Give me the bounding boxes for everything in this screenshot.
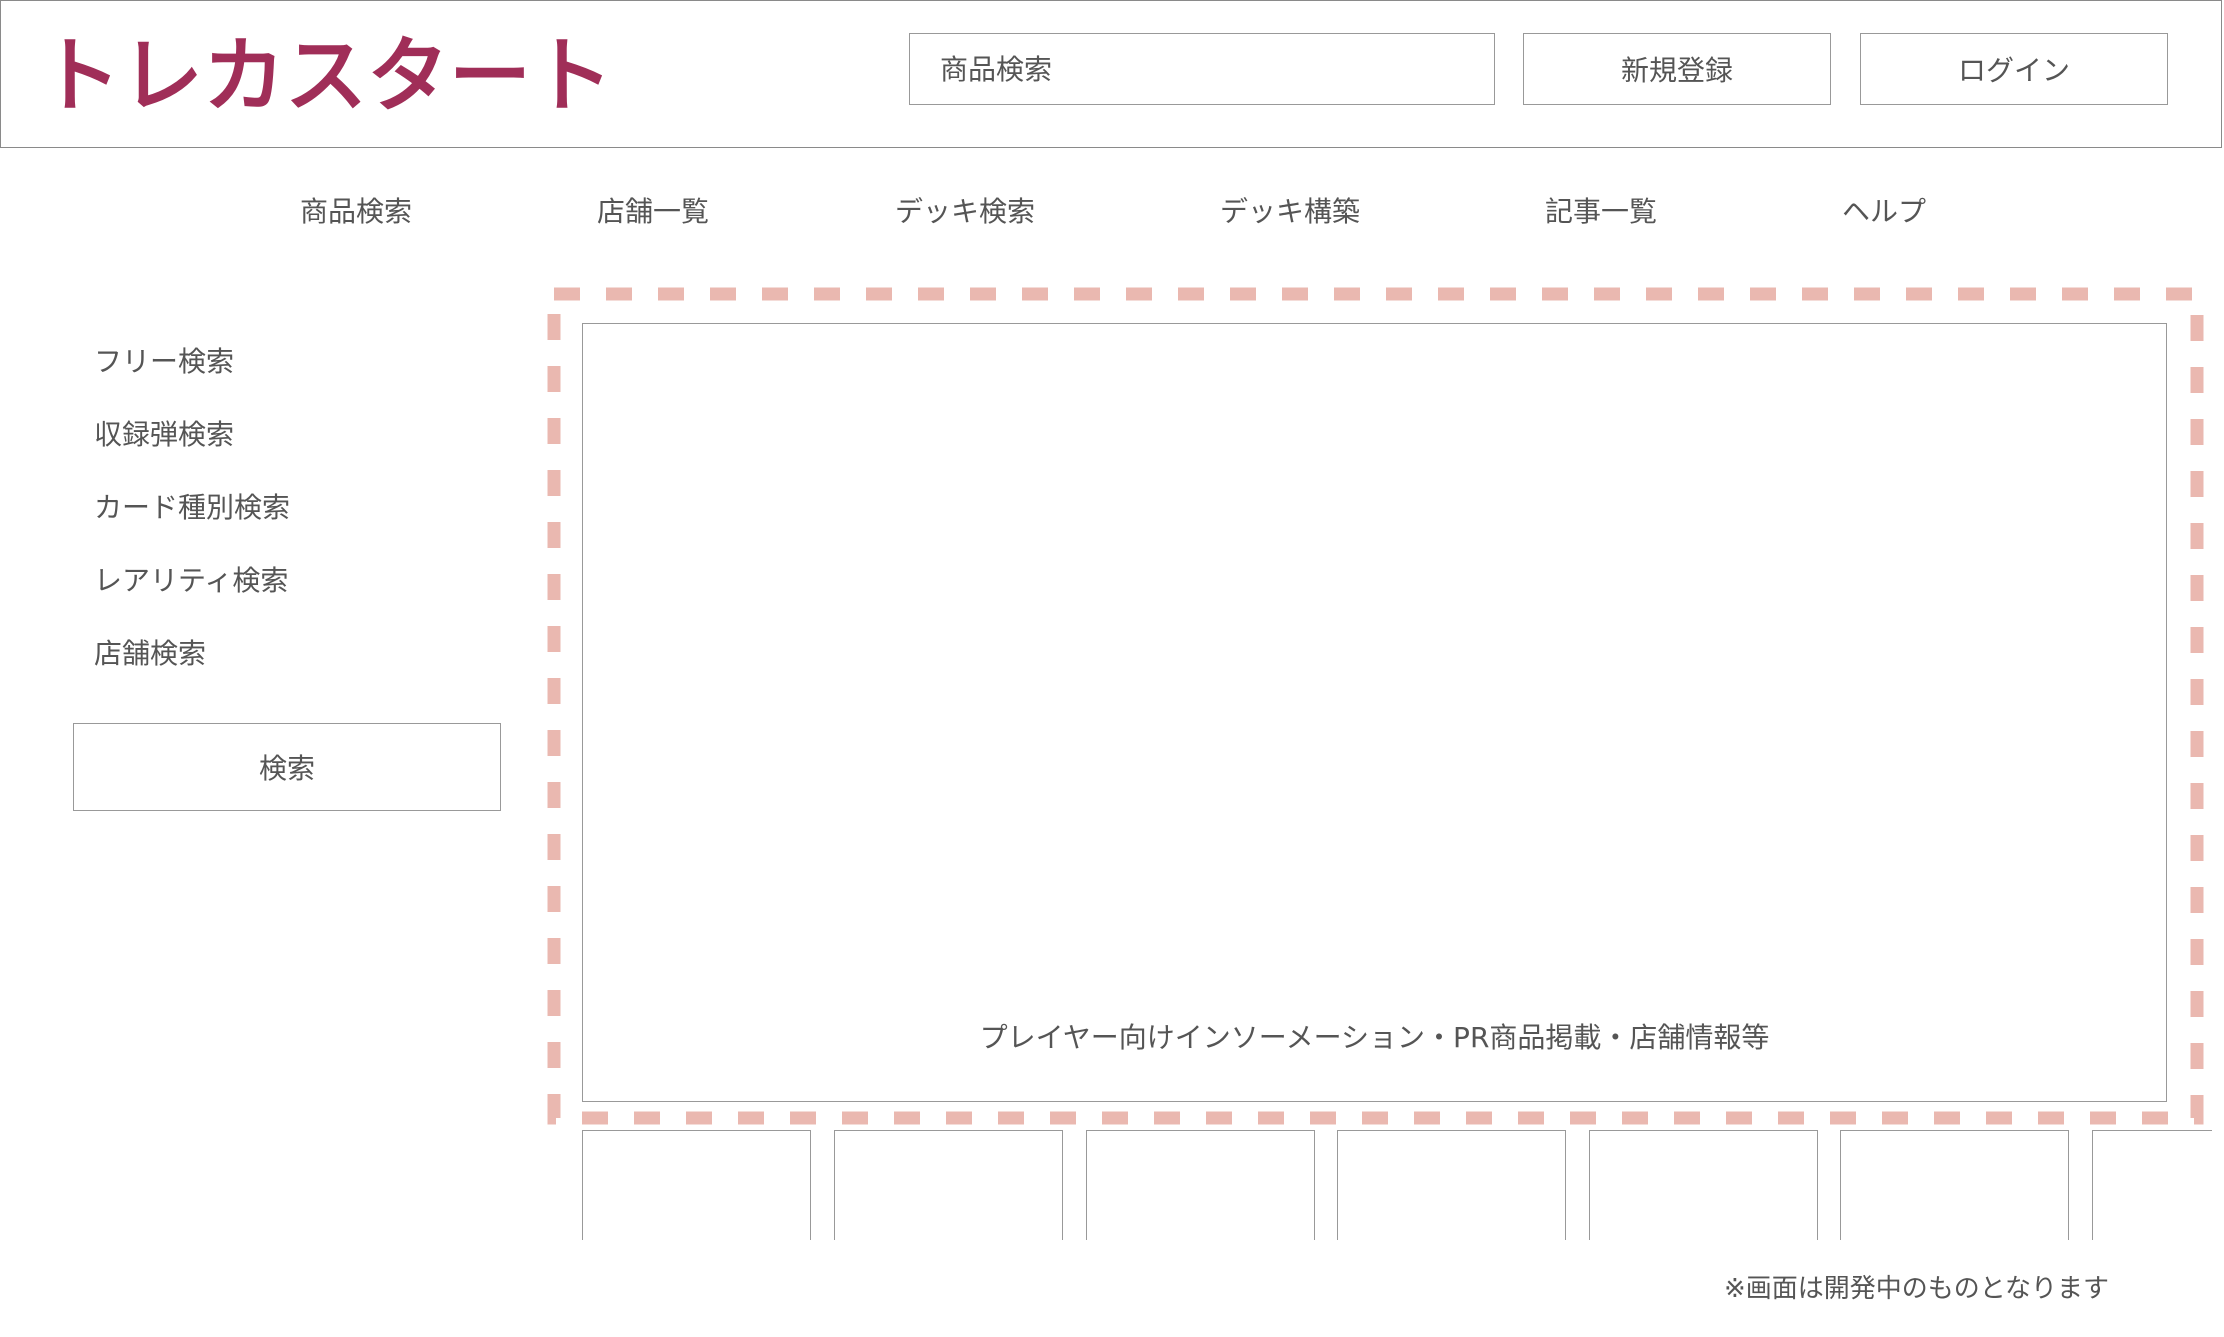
sidebar-item-store-search[interactable]: 店舗検索 [94, 632, 206, 672]
thumbnail-card[interactable] [2092, 1130, 2212, 1240]
site-header: トレカスタート 新規登録 ログイン [0, 0, 2222, 148]
development-footnote: ※画面は開発中のものとなります [1724, 1274, 2110, 1304]
sidebar-search-button[interactable]: 検索 [73, 723, 501, 811]
thumbnail-card[interactable] [1840, 1130, 2069, 1240]
nav-item-product-search[interactable]: 商品検索 [300, 190, 412, 230]
thumbnail-card[interactable] [1337, 1130, 1566, 1240]
nav-item-store-list[interactable]: 店舗一覧 [597, 190, 709, 230]
product-search-input[interactable] [909, 33, 1495, 105]
nav-item-deck-search[interactable]: デッキ検索 [895, 190, 1035, 230]
banner-caption: プレイヤー向けインソーメーション・PR商品掲載・店舗情報等 [979, 1021, 1770, 1054]
sidebar-item-card-type-search[interactable]: カード種別検索 [94, 486, 290, 526]
nav-item-deck-build[interactable]: デッキ構築 [1220, 190, 1360, 230]
nav-item-article-list[interactable]: 記事一覧 [1545, 190, 1657, 230]
thumbnail-card[interactable] [582, 1130, 811, 1240]
thumbnail-card[interactable] [1589, 1130, 1818, 1240]
sidebar-item-set-search[interactable]: 収録弾検索 [94, 413, 234, 453]
main-banner[interactable]: プレイヤー向けインソーメーション・PR商品掲載・店舗情報等 [582, 323, 2167, 1102]
site-logo[interactable]: トレカスタート [39, 35, 613, 119]
thumbnail-card[interactable] [834, 1130, 1063, 1240]
register-button[interactable]: 新規登録 [1523, 33, 1831, 105]
thumbnail-card[interactable] [1086, 1130, 1315, 1240]
sidebar-item-free-search[interactable]: フリー検索 [94, 340, 234, 380]
nav-item-help[interactable]: ヘルプ [1842, 190, 1926, 230]
login-button[interactable]: ログイン [1860, 33, 2168, 105]
sidebar-item-rarity-search[interactable]: レアリティ検索 [94, 559, 288, 599]
